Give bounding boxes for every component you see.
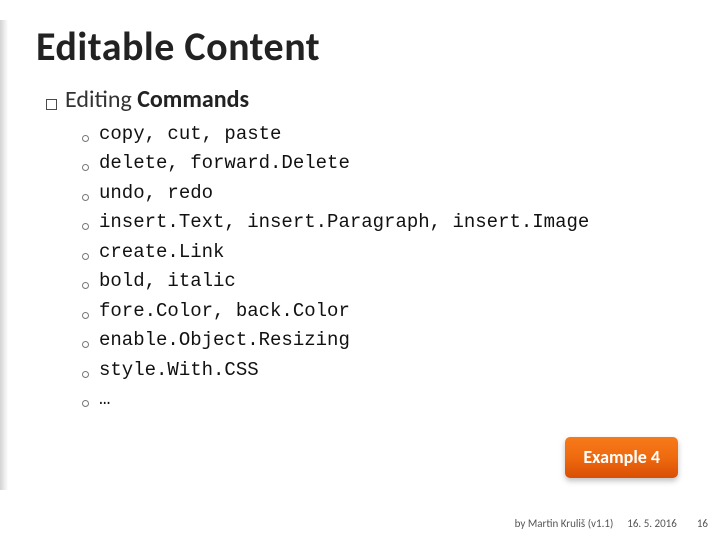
slide-body: Editable Content Editing Commands copy, … [0, 0, 720, 540]
command-text: style.With.CSS [99, 356, 259, 385]
footer-page-number: 16 [697, 517, 708, 530]
list-item: delete, forward.Delete [82, 149, 684, 178]
ring-bullet-icon [82, 400, 89, 407]
list-item: enable.Object.Resizing [82, 326, 684, 355]
ring-bullet-icon [82, 253, 89, 260]
section-heading: Editing Commands [46, 85, 684, 114]
command-text: copy, cut, paste [99, 120, 281, 149]
square-bullet-icon [46, 99, 57, 110]
ring-bullet-icon [82, 135, 89, 142]
section-prefix: Editing [65, 85, 132, 114]
command-text: bold, italic [99, 267, 236, 296]
example-badge[interactable]: Example 4 [565, 437, 678, 478]
list-item: copy, cut, paste [82, 120, 684, 149]
ring-bullet-icon [82, 164, 89, 171]
list-item: bold, italic [82, 267, 684, 296]
command-text: undo, redo [99, 179, 213, 208]
command-text: delete, forward.Delete [99, 149, 350, 178]
ring-bullet-icon [82, 371, 89, 378]
list-item: style.With.CSS [82, 356, 684, 385]
list-item: create.Link [82, 238, 684, 267]
list-item: undo, redo [82, 179, 684, 208]
command-text: … [99, 385, 110, 414]
slide-footer: by Martin Kruliš (v1.1) 16. 5. 2016 16 [12, 517, 708, 530]
ring-bullet-icon [82, 194, 89, 201]
command-list: copy, cut, paste delete, forward.Delete … [82, 120, 684, 414]
ring-bullet-icon [82, 312, 89, 319]
command-text: create.Link [99, 238, 224, 267]
ring-bullet-icon [82, 341, 89, 348]
list-item: insert.Text, insert.Paragraph, insert.Im… [82, 208, 684, 237]
command-text: enable.Object.Resizing [99, 326, 350, 355]
command-text: insert.Text, insert.Paragraph, insert.Im… [99, 208, 589, 237]
list-item: fore.Color, back.Color [82, 297, 684, 326]
footer-author: by Martin Kruliš (v1.1) [515, 517, 614, 530]
ring-bullet-icon [82, 282, 89, 289]
command-text: fore.Color, back.Color [99, 297, 350, 326]
ring-bullet-icon [82, 223, 89, 230]
footer-date: 16. 5. 2016 [627, 517, 677, 530]
slide-title: Editable Content [36, 22, 684, 71]
list-item: … [82, 385, 684, 414]
section-suffix: Commands [132, 85, 249, 114]
